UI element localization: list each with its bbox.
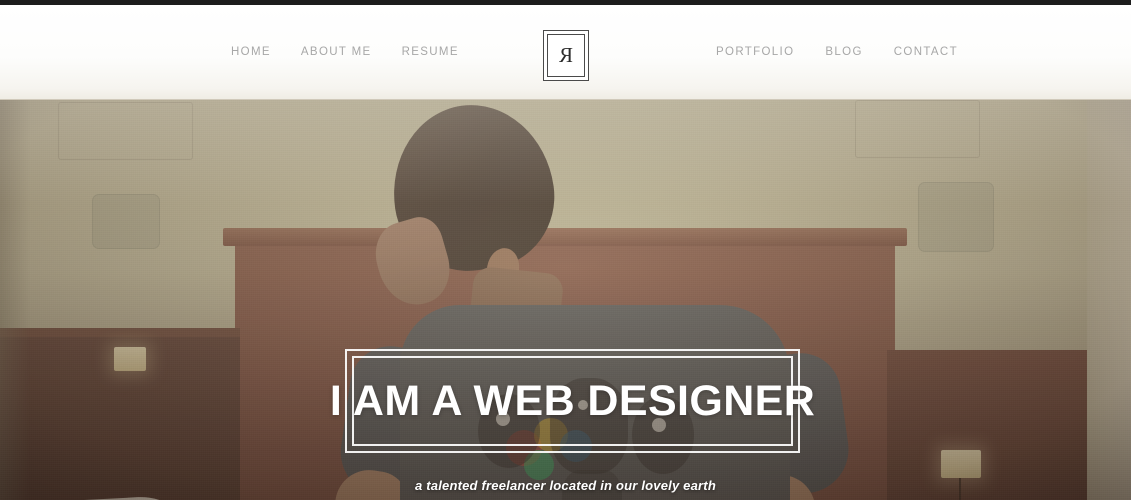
site-header: HOME ABOUT ME RESUME R PORTFOLIO BLOG CO… xyxy=(0,5,1131,100)
nav-item-about-me[interactable]: ABOUT ME xyxy=(301,45,372,59)
nav-group-right: PORTFOLIO BLOG CONTACT xyxy=(716,45,958,59)
nav-item-portfolio[interactable]: PORTFOLIO xyxy=(716,45,794,59)
nav-item-contact[interactable]: CONTACT xyxy=(894,45,958,59)
site-logo[interactable]: R xyxy=(543,30,589,81)
nav-group-left: HOME ABOUT ME RESUME xyxy=(231,45,459,59)
nav-item-resume[interactable]: RESUME xyxy=(402,45,459,59)
hero-title-frame-inner: I AM A WEB DESIGNER xyxy=(330,356,815,446)
hero-subtitle: a talented freelancer located in our lov… xyxy=(415,478,716,493)
nav-item-home[interactable]: HOME xyxy=(231,45,271,59)
hero-section: I AM A WEB DESIGNER a talented freelance… xyxy=(0,100,1131,500)
logo-letter-icon: R xyxy=(558,42,573,67)
page-root: HOME ABOUT ME RESUME R PORTFOLIO BLOG CO… xyxy=(0,0,1131,500)
hero-content: I AM A WEB DESIGNER a talented freelance… xyxy=(0,100,1131,500)
nav-item-blog[interactable]: BLOG xyxy=(825,45,862,59)
hero-title: I AM A WEB DESIGNER xyxy=(329,376,816,425)
logo-inner-frame: R xyxy=(547,34,585,77)
hero-title-frame: I AM A WEB DESIGNER xyxy=(330,349,815,453)
main-navigation: HOME ABOUT ME RESUME R PORTFOLIO BLOG CO… xyxy=(0,5,1131,100)
top-accent-bar xyxy=(0,0,1131,5)
